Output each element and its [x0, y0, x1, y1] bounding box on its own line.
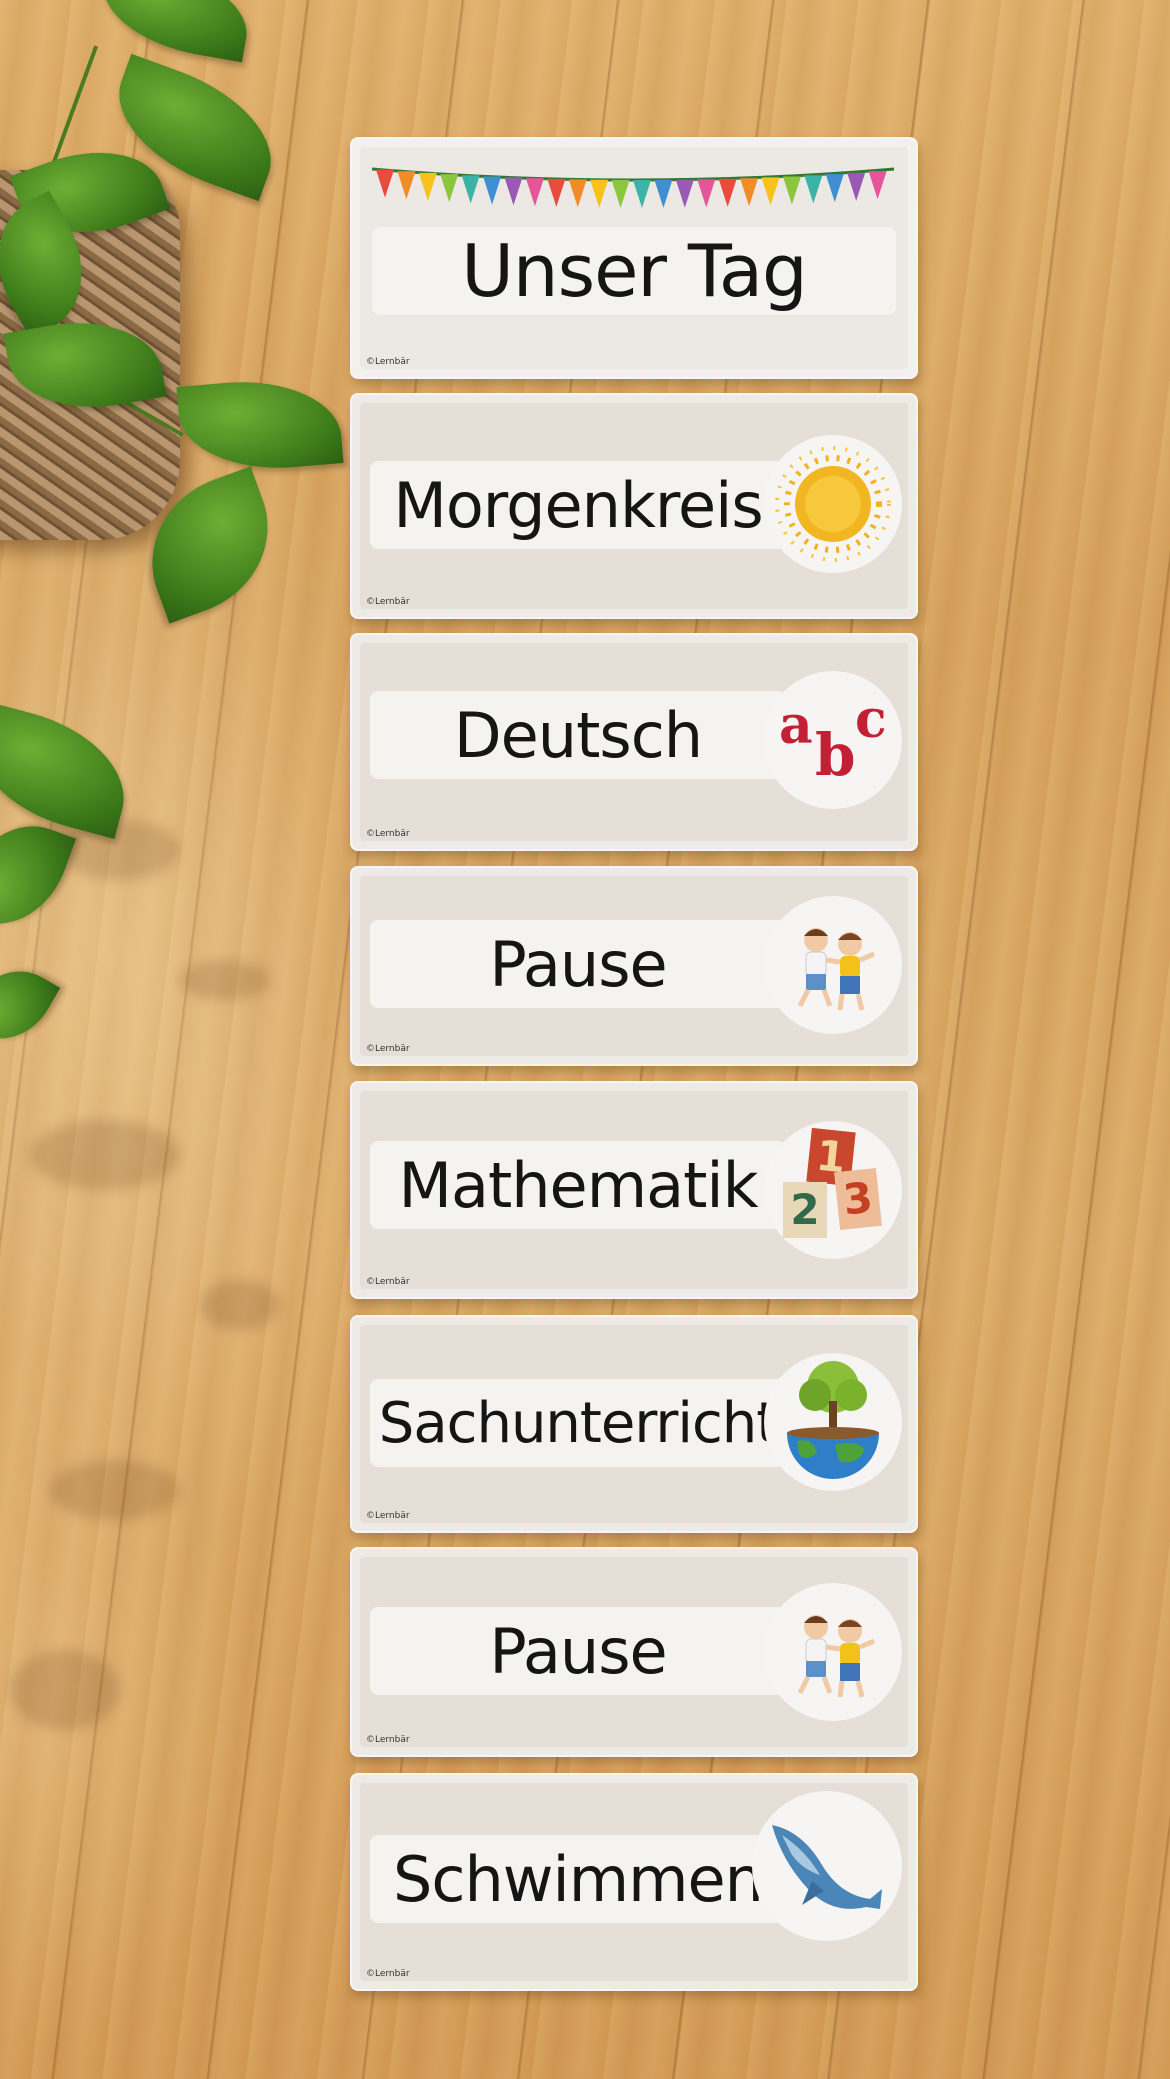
bunting-flag [568, 179, 587, 208]
sun-icon [764, 435, 902, 573]
number-block-3: 3 [834, 1167, 882, 1231]
schedule-card: Morgenkreis ©Lernbär [350, 393, 918, 619]
bunting-flag [868, 171, 887, 200]
bunting-flag [782, 176, 801, 205]
schedule-card: Mathematik 1 2 3 ©Lernbär [350, 1081, 918, 1299]
copyright-text: ©Lernbär [366, 1044, 410, 1054]
card-label: Morgenkreis [393, 468, 763, 542]
whale-icon [752, 1791, 902, 1941]
bunting-flag [397, 171, 416, 200]
bunting-flag [804, 175, 823, 204]
bunting-flag [547, 178, 566, 207]
leaf [0, 700, 141, 840]
potted-plant [0, 0, 344, 1060]
bunting-flag [504, 177, 523, 206]
bunting-flag [461, 175, 480, 204]
bunting-flag [697, 179, 716, 208]
number-blocks-icon: 1 2 3 [764, 1121, 902, 1259]
bunting-flag [675, 179, 694, 208]
copyright-text: ©Lernbär [366, 1511, 410, 1521]
leaf-shadow [200, 1280, 280, 1330]
letter-c: c [855, 689, 887, 750]
leaf [94, 0, 256, 63]
bunting-flag [376, 169, 394, 198]
schedule-card: Pause ©Lernbär [350, 866, 918, 1066]
copyright-text: ©Lernbär [366, 597, 410, 607]
abc-letters-icon: a b c [764, 671, 902, 809]
schedule-card-title: Unser Tag ©Lernbär [350, 137, 918, 379]
copyright-text: ©Lernbär [366, 357, 410, 367]
bunting-flag [418, 172, 437, 201]
bunting-flag [440, 174, 459, 203]
bunting-flag [718, 178, 737, 207]
card-label: Deutsch [453, 698, 703, 772]
children-playing-icon [764, 1583, 902, 1721]
bunting-flag [847, 172, 866, 201]
copyright-text: ©Lernbär [366, 1277, 410, 1287]
bunting-flag [525, 178, 544, 207]
copyright-text: ©Lernbär [366, 1969, 410, 1979]
children-playing-icon [764, 896, 902, 1034]
card-label: Pause [489, 1614, 667, 1688]
copyright-text: ©Lernbär [366, 829, 410, 839]
card-label: Unser Tag [461, 229, 808, 313]
number-block-2: 2 [783, 1182, 827, 1238]
leaf-shadow [10, 1650, 120, 1730]
bunting-flag [590, 179, 609, 208]
leaf-shadow [30, 1120, 180, 1190]
bunting-icon [371, 167, 895, 208]
schedule-card: Schwimmen ©Lernbär [350, 1773, 918, 1991]
leaf [0, 952, 61, 1058]
card-label: Pause [489, 927, 667, 1001]
bunting-flag [740, 178, 759, 207]
letter-a: a [779, 695, 813, 756]
leaf [0, 807, 77, 943]
bunting-flag [633, 180, 651, 208]
letter-b: b [815, 721, 856, 789]
tree-globe-icon [764, 1353, 902, 1491]
card-label: Sachunterricht [378, 1390, 778, 1456]
bunting-flag [483, 176, 502, 205]
card-label: Schwimmen [393, 1842, 764, 1916]
bunting-flag [611, 179, 630, 208]
schedule-card: Deutsch a b c ©Lernbär [350, 633, 918, 851]
bunting-flag [825, 174, 844, 203]
bunting-flag [654, 179, 673, 208]
schedule-card: Sachunterricht ©Lernbär [350, 1315, 918, 1533]
schedule-card: Pause ©Lernbär [350, 1547, 918, 1757]
leaf [176, 373, 344, 477]
copyright-text: ©Lernbär [366, 1735, 410, 1745]
leaf-shadow [50, 1460, 180, 1520]
bunting-flag [761, 177, 780, 206]
card-label: Mathematik [398, 1148, 758, 1222]
